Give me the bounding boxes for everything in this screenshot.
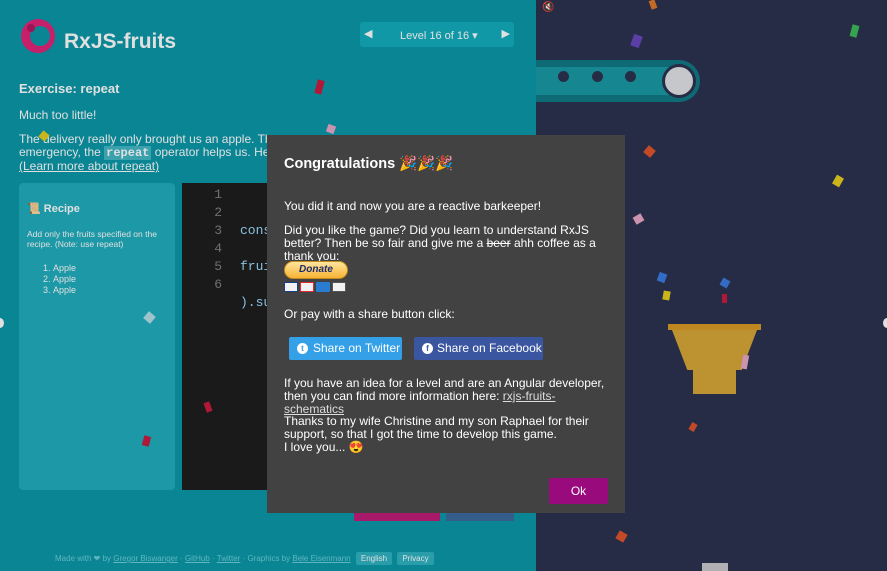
dialog-message: You did it and now you are a reactive ba… bbox=[284, 199, 542, 213]
discover-icon bbox=[332, 282, 346, 292]
facebook-icon: f bbox=[422, 343, 433, 354]
party-icon: 🎉🎉🎉 bbox=[399, 156, 454, 172]
donate-button[interactable]: Donate bbox=[284, 261, 348, 279]
mastercard-icon bbox=[300, 282, 314, 292]
thanks-text: Thanks to my wife Christine and my son R… bbox=[284, 414, 589, 454]
ok-button[interactable]: Ok bbox=[549, 478, 608, 504]
share-facebook-button[interactable]: f Share on Facebook bbox=[414, 337, 543, 360]
dialog-title: Congratulations 🎉🎉🎉 bbox=[284, 156, 454, 172]
payment-cards bbox=[284, 282, 346, 292]
contribute-text: If you have an idea for a level and are … bbox=[284, 376, 605, 416]
share-prompt: Or pay with a share button click: bbox=[284, 307, 455, 321]
twitter-icon: t bbox=[297, 343, 308, 354]
visa-icon bbox=[284, 282, 298, 292]
amex-icon bbox=[316, 282, 330, 292]
donation-text: Did you like the game? Did you learn to … bbox=[284, 223, 596, 263]
congratulations-dialog: Congratulations 🎉🎉🎉 You did it and now y… bbox=[267, 135, 625, 513]
share-twitter-button[interactable]: t Share on Twitter bbox=[289, 337, 402, 360]
